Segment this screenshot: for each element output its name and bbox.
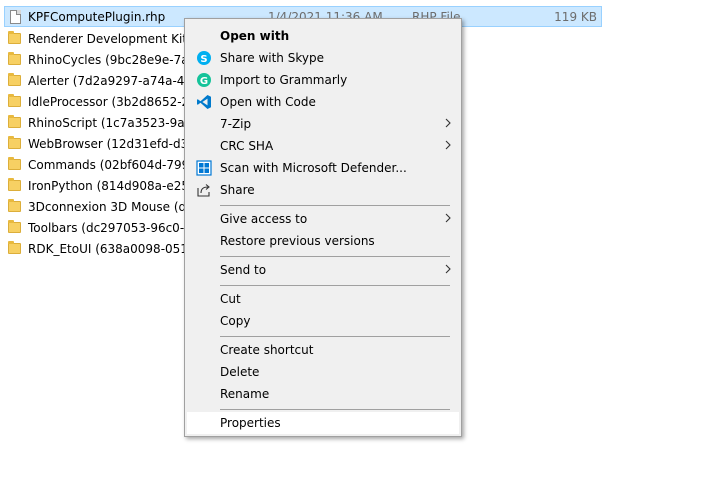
file-size: 119 KB — [554, 9, 597, 24]
menu-label: Open with — [220, 29, 290, 43]
folder-name: 3Dconnexion 3D Mouse (dca0 — [28, 199, 208, 214]
menu-create-shortcut[interactable]: Create shortcut — [187, 339, 459, 361]
menu-label: Delete — [220, 365, 260, 379]
svg-text:S: S — [200, 54, 207, 65]
skype-icon: S — [197, 51, 211, 65]
menu-scan-defender[interactable]: Scan with Microsoft Defender... — [187, 157, 459, 179]
folder-name: IronPython (814d908a-e25c-4 — [28, 178, 208, 193]
menu-share[interactable]: Share — [187, 179, 459, 201]
menu-label: Restore previous versions — [220, 234, 375, 248]
menu-open-with-code[interactable]: Open with Code — [187, 91, 459, 113]
folder-icon — [8, 157, 21, 170]
chevron-right-icon — [445, 140, 451, 150]
menu-label: Share — [220, 183, 255, 197]
folder-icon — [8, 199, 21, 212]
menu-give-access[interactable]: Give access to — [187, 208, 459, 230]
folder-icon — [8, 115, 21, 128]
menu-label: Create shortcut — [220, 343, 314, 357]
menu-label: Share with Skype — [220, 51, 324, 65]
menu-label: Scan with Microsoft Defender... — [220, 161, 407, 175]
context-menu: Open with S Share with Skype G Import to… — [184, 18, 462, 437]
menu-separator — [220, 336, 450, 337]
menu-send-to[interactable]: Send to — [187, 259, 459, 281]
folder-icon — [8, 94, 21, 107]
menu-label: 7-Zip — [220, 117, 252, 131]
menu-label: Rename — [220, 387, 270, 401]
menu-copy[interactable]: Copy — [187, 310, 459, 332]
menu-restore-versions[interactable]: Restore previous versions — [187, 230, 459, 252]
folder-icon — [8, 220, 21, 233]
folder-icon — [8, 52, 21, 65]
folder-icon — [8, 31, 21, 44]
menu-7zip[interactable]: 7-Zip — [187, 113, 459, 135]
menu-share-skype[interactable]: S Share with Skype — [187, 47, 459, 69]
grammarly-icon: G — [197, 73, 211, 87]
svg-text:G: G — [200, 76, 208, 87]
share-icon — [197, 184, 210, 197]
menu-label: Cut — [220, 292, 241, 306]
menu-separator — [220, 409, 450, 410]
defender-icon — [196, 160, 212, 176]
menu-delete[interactable]: Delete — [187, 361, 459, 383]
menu-label: Send to — [220, 263, 267, 277]
file-name: KPFComputePlugin.rhp — [28, 9, 166, 24]
menu-label: Copy — [220, 314, 251, 328]
chevron-right-icon — [445, 264, 451, 274]
menu-label: CRC SHA — [220, 139, 274, 153]
menu-separator — [220, 205, 450, 206]
menu-import-grammarly[interactable]: G Import to Grammarly — [187, 69, 459, 91]
menu-cut[interactable]: Cut — [187, 288, 459, 310]
chevron-right-icon — [445, 213, 451, 223]
folder-icon — [8, 136, 21, 149]
menu-label: Give access to — [220, 212, 308, 226]
folder-icon — [8, 178, 21, 191]
menu-open-with[interactable]: Open with — [187, 25, 459, 47]
menu-crc-sha[interactable]: CRC SHA — [187, 135, 459, 157]
menu-label: Open with Code — [220, 95, 316, 109]
folder-name: WebBrowser (12d31efd-d3ee- — [28, 136, 208, 151]
menu-separator — [220, 256, 450, 257]
menu-separator — [220, 285, 450, 286]
file-icon — [10, 9, 21, 24]
folder-icon — [8, 73, 21, 86]
menu-properties[interactable]: Properties — [187, 412, 459, 434]
menu-rename[interactable]: Rename — [187, 383, 459, 405]
vscode-icon — [197, 95, 211, 109]
menu-label: Properties — [220, 416, 281, 430]
folder-name: Commands (02bf604d-799c-4 — [28, 157, 208, 172]
menu-label: Import to Grammarly — [220, 73, 348, 87]
folder-icon — [8, 241, 21, 254]
chevron-right-icon — [445, 118, 451, 128]
